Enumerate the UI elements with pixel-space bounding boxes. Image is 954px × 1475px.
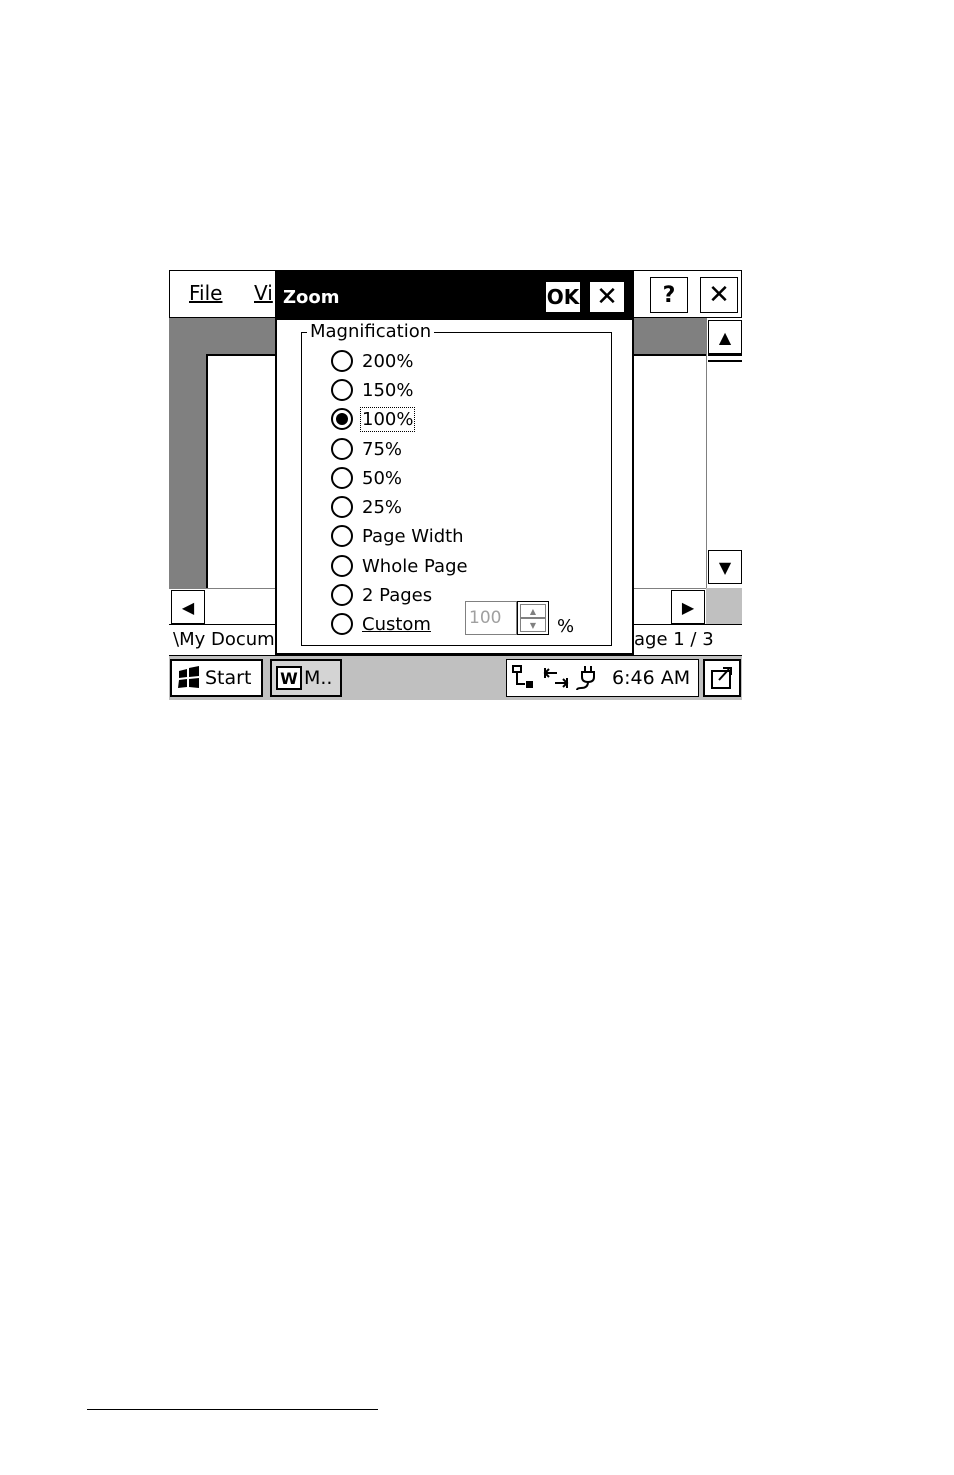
taskbar: Start W M.. 6:46 AM <box>169 656 742 700</box>
radio-button[interactable] <box>331 350 353 372</box>
word-document-icon: W <box>276 666 302 690</box>
radio-button[interactable] <box>331 496 353 518</box>
option-label: Page Width <box>362 525 464 547</box>
option-label: 25% <box>362 496 403 518</box>
radio-200[interactable]: 200% <box>331 347 413 375</box>
start-button[interactable]: Start <box>170 659 263 697</box>
radio-button[interactable] <box>331 555 353 577</box>
dialog-title-bar: Zoom OK ✕ <box>277 272 632 320</box>
scroll-down-button[interactable]: ▼ <box>708 550 742 584</box>
radio-button[interactable] <box>331 525 353 547</box>
spin-up-icon[interactable]: ▲ <box>520 604 546 618</box>
scrollbar-corner <box>706 588 742 624</box>
scroll-right-button[interactable]: ▶ <box>671 590 705 624</box>
file-path: \My Docume <box>173 629 286 650</box>
radio-2-pages[interactable]: 2 Pages <box>331 581 432 609</box>
close-app-button[interactable]: ✕ <box>700 277 738 313</box>
radio-custom[interactable]: Custom <box>331 610 431 638</box>
option-label: 50% <box>362 467 403 489</box>
radio-button-selected[interactable] <box>331 408 353 430</box>
vertical-scrollbar[interactable]: ▲ ▼ <box>706 318 742 588</box>
sync-icon[interactable] <box>543 664 569 692</box>
taskbar-word-button[interactable]: W M.. <box>270 659 342 697</box>
option-label: 200% <box>362 350 414 372</box>
menu-file[interactable]: File <box>189 281 222 305</box>
ok-button[interactable]: OK <box>545 281 581 313</box>
radio-whole-page[interactable]: Whole Page <box>331 552 468 580</box>
custom-zoom-spinner[interactable]: ▲ ▼ <box>517 601 549 635</box>
menu-view[interactable]: Vi <box>254 281 273 305</box>
windows-flag-icon <box>176 666 202 690</box>
radio-button[interactable] <box>331 438 353 460</box>
start-label: Start <box>205 667 252 689</box>
scroll-up-button[interactable]: ▲ <box>708 320 742 354</box>
task-label: M.. <box>304 667 333 689</box>
radio-button[interactable] <box>331 584 353 606</box>
help-button[interactable]: ? <box>650 277 688 313</box>
radio-button[interactable] <box>331 613 353 635</box>
radio-75[interactable]: 75% <box>331 435 402 463</box>
option-label: 150% <box>362 379 414 401</box>
spin-down-icon[interactable]: ▼ <box>520 618 546 632</box>
group-label: Magnification <box>307 321 435 342</box>
power-plug-icon[interactable] <box>575 664 601 692</box>
option-label: 2 Pages <box>362 584 433 606</box>
scroll-thumb[interactable] <box>708 354 742 362</box>
custom-zoom-input[interactable] <box>465 601 517 635</box>
option-label: Custom <box>362 613 431 635</box>
option-label: 100% <box>359 406 416 432</box>
footnote-divider <box>87 1409 378 1410</box>
option-label: 75% <box>362 438 403 460</box>
zoom-dialog: Zoom OK ✕ Magnification 200% 150% 100% 7… <box>275 270 634 655</box>
scroll-left-button[interactable]: ◀ <box>171 590 205 624</box>
page-indicator: age 1 / 3 <box>634 629 714 650</box>
system-tray: 6:46 AM <box>506 659 699 697</box>
radio-100[interactable]: 100% <box>331 405 416 433</box>
radio-150[interactable]: 150% <box>331 376 413 404</box>
dialog-title: Zoom <box>283 287 340 308</box>
radio-25[interactable]: 25% <box>331 493 402 521</box>
clock[interactable]: 6:46 AM <box>612 667 690 689</box>
network-icon[interactable] <box>511 664 537 692</box>
radio-page-width[interactable]: Page Width <box>331 522 464 550</box>
radio-button[interactable] <box>331 467 353 489</box>
radio-button[interactable] <box>331 379 353 401</box>
option-label: Whole Page <box>362 555 468 577</box>
desktop-icon[interactable] <box>703 659 741 697</box>
magnification-group: Magnification 200% 150% 100% 75% 50% 25%… <box>301 321 612 646</box>
dialog-close-button[interactable]: ✕ <box>589 281 625 313</box>
percent-label: % <box>557 616 575 637</box>
radio-50[interactable]: 50% <box>331 464 402 492</box>
